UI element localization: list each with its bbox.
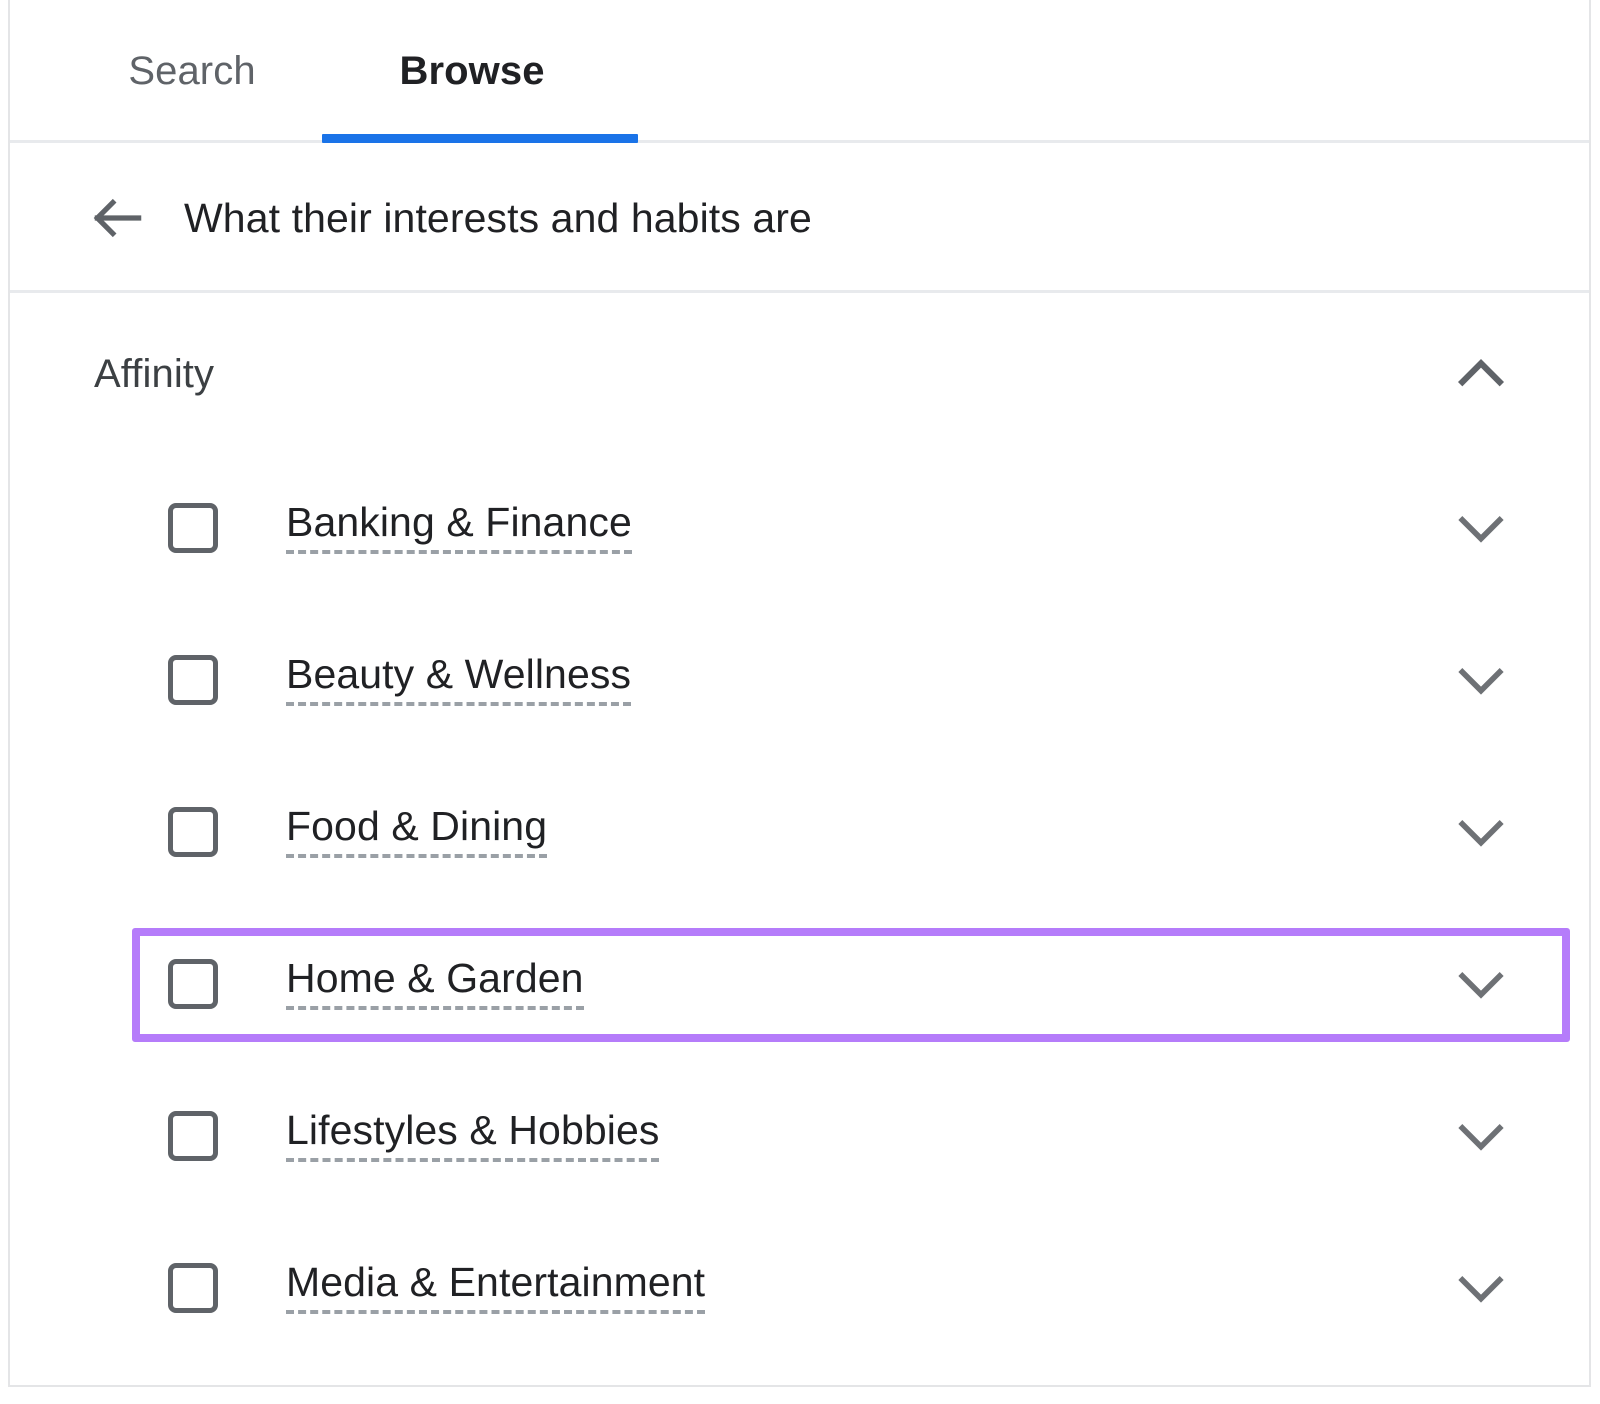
list-item-label: Banking & Finance [286, 502, 632, 554]
section-collapse-button[interactable] [1441, 334, 1521, 414]
checkbox-home-garden[interactable] [168, 959, 218, 1009]
list-item[interactable]: Food & Dining [10, 756, 1589, 908]
active-tab-indicator [322, 134, 638, 143]
section-header-affinity[interactable]: Affinity [10, 296, 1589, 452]
list-item[interactable]: Home & Garden [10, 908, 1589, 1060]
affinity-category-list: Banking & Finance Beauty & Wellness Food… [10, 452, 1589, 1364]
list-item-label: Home & Garden [286, 958, 584, 1010]
chevron-down-icon [1449, 648, 1513, 712]
back-button[interactable] [80, 180, 156, 256]
tab-browse[interactable]: Browse [314, 0, 630, 143]
list-item-label: Beauty & Wellness [286, 654, 632, 706]
chevron-down-icon [1449, 952, 1513, 1016]
panel-frame: Search Browse What their interests and h… [8, 0, 1591, 1387]
list-item[interactable]: Lifestyles & Hobbies [10, 1060, 1589, 1212]
chevron-up-icon [1449, 342, 1513, 406]
section-title: Affinity [94, 351, 215, 396]
expand-button-banking-finance[interactable] [1441, 488, 1521, 568]
chevron-down-icon [1449, 1256, 1513, 1320]
list-item-label: Food & Dining [286, 806, 548, 858]
list-item-label: Media & Entertainment [286, 1262, 706, 1314]
expand-button-food-dining[interactable] [1441, 792, 1521, 872]
tab-search[interactable]: Search [78, 0, 306, 143]
checkbox-beauty-wellness[interactable] [168, 655, 218, 705]
tab-search-label: Search [128, 49, 256, 93]
chevron-down-icon [1449, 496, 1513, 560]
checkbox-food-dining[interactable] [168, 807, 218, 857]
chevron-down-icon [1449, 800, 1513, 864]
tab-browse-label: Browse [399, 49, 545, 93]
checkbox-banking-finance[interactable] [168, 503, 218, 553]
panel-header: What their interests and habits are [10, 146, 1589, 293]
tab-bar: Search Browse [10, 0, 1589, 143]
page-title: What their interests and habits are [184, 194, 812, 241]
list-item[interactable]: Banking & Finance [10, 452, 1589, 604]
checkbox-media-entertainment[interactable] [168, 1263, 218, 1313]
expand-button-beauty-wellness[interactable] [1441, 640, 1521, 720]
expand-button-media-entertainment[interactable] [1441, 1248, 1521, 1328]
checkbox-lifestyles-hobbies[interactable] [168, 1111, 218, 1161]
chevron-down-icon [1449, 1104, 1513, 1168]
arrow-left-icon [87, 187, 149, 249]
list-item[interactable]: Media & Entertainment [10, 1212, 1589, 1364]
list-item[interactable]: Beauty & Wellness [10, 604, 1589, 756]
expand-button-lifestyles-hobbies[interactable] [1441, 1096, 1521, 1176]
interests-habits-panel: Search Browse What their interests and h… [0, 0, 1600, 1404]
list-item-label: Lifestyles & Hobbies [286, 1110, 660, 1162]
expand-button-home-garden[interactable] [1441, 944, 1521, 1024]
